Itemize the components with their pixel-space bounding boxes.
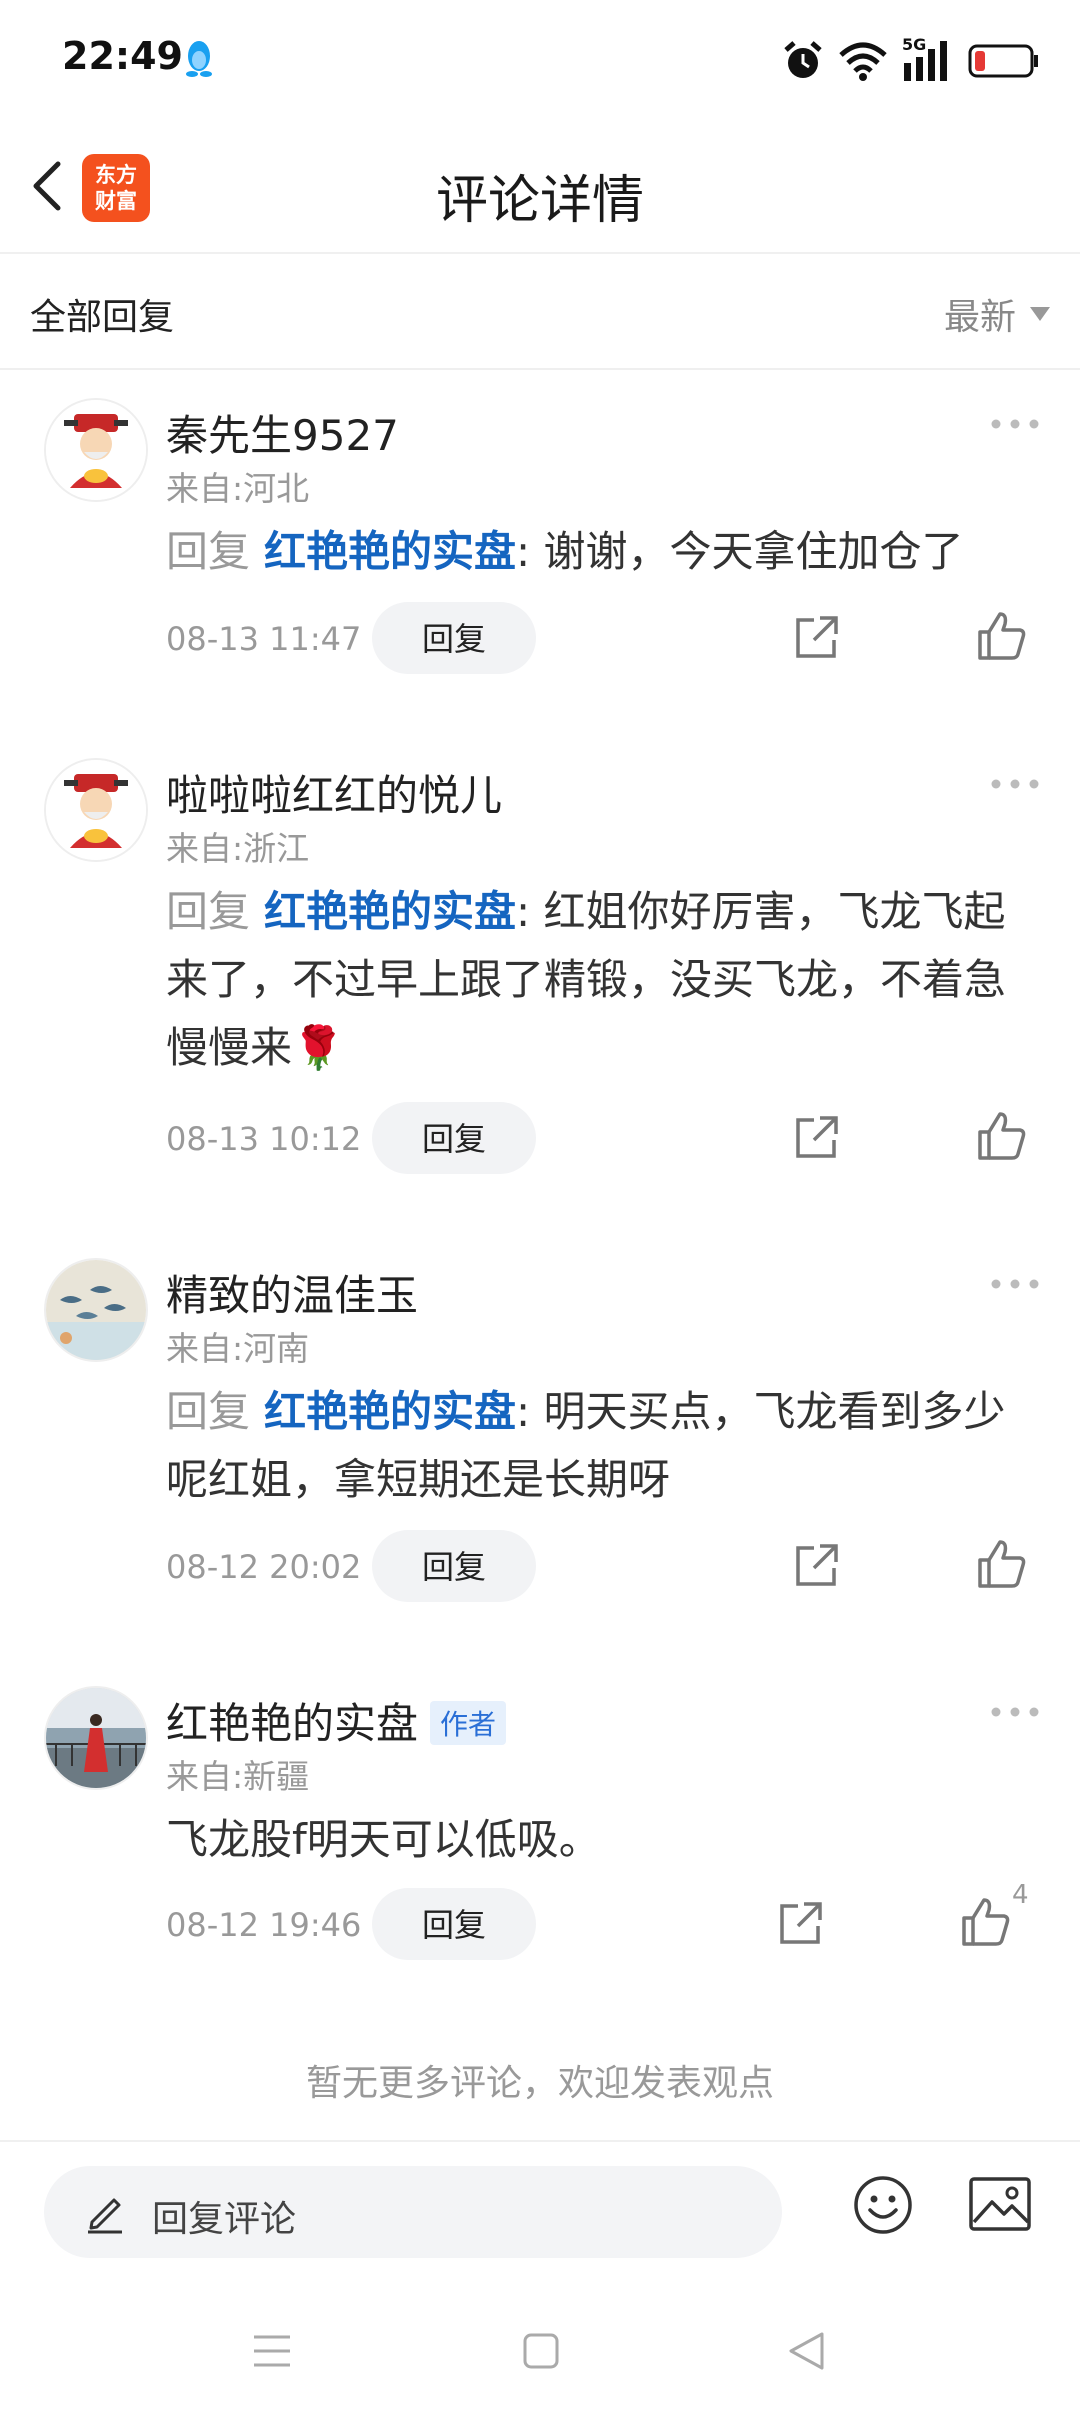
system-nav-bar xyxy=(0,2290,1080,2412)
author-name[interactable]: 红艳艳的实盘 xyxy=(166,1699,418,1748)
reply-button[interactable]: 回复 xyxy=(372,1888,536,1960)
like-thumb-icon[interactable] xyxy=(976,610,1028,662)
more-options-icon[interactable] xyxy=(990,776,1040,792)
no-more-comments-note: 暂无更多评论，欢迎发表观点 xyxy=(305,2063,774,2104)
comment-timestamp: 08-12 19:46 xyxy=(166,1906,362,1944)
reply-target-link[interactable]: 红艳艳的实盘 xyxy=(264,887,516,936)
commenter-name[interactable]: 精致的温佳玉 xyxy=(166,1262,418,1323)
sort-label: 最新 xyxy=(943,297,1016,338)
reply-prefix: 回复 xyxy=(166,527,251,576)
comment-text: 飞龙股f明天可以低吸。 xyxy=(166,1815,601,1864)
comment-body: 回复 红艳艳的实盘: 红姐你好厉害，飞龙飞起来了，不过早上跟了精锻，没买飞龙，不着… xyxy=(166,878,1026,1082)
share-icon[interactable] xyxy=(776,1898,826,1948)
comment-body: 飞龙股f明天可以低吸。 xyxy=(166,1806,1026,1874)
comment-text: : 谢谢，今天拿住加仓了 xyxy=(516,527,964,576)
commenter-location: 来自:河南 xyxy=(166,1329,310,1368)
comment-timestamp: 08-12 20:02 xyxy=(166,1548,362,1586)
more-options-icon[interactable] xyxy=(990,1276,1040,1292)
share-icon[interactable] xyxy=(792,1540,842,1590)
comment-item: 啦啦啦红红的悦儿 来自:浙江 回复 红艳艳的实盘: 红姐你好厉害，飞龙飞起来了，不… xyxy=(0,758,1080,1188)
comment-item: 精致的温佳玉 来自:河南 回复 红艳艳的实盘: 明天买点，飞龙看到多少呢红姐，拿短… xyxy=(0,1258,1080,1608)
fortune-god-avatar-icon xyxy=(46,760,146,860)
pencil-icon xyxy=(88,2198,122,2234)
like-thumb-icon[interactable] xyxy=(976,1538,1028,1590)
home-square-icon[interactable] xyxy=(522,2332,560,2370)
commenter-name[interactable]: 啦啦啦红红的悦儿 xyxy=(166,762,502,823)
commenter-name[interactable]: 秦先生9527 xyxy=(166,402,399,463)
filter-bar: 全部回复 最新 xyxy=(0,254,1080,370)
more-options-icon[interactable] xyxy=(990,1704,1040,1720)
commenter-location: 来自:河北 xyxy=(166,469,310,508)
comment-timestamp: 08-13 11:47 xyxy=(166,620,362,658)
wifi-icon xyxy=(839,42,887,81)
emoji-icon[interactable] xyxy=(852,2174,914,2236)
fish-painting-avatar-icon xyxy=(46,1260,146,1360)
comment-meta: 08-12 19:46 回复 4 xyxy=(166,1880,1029,1960)
app-header: 东方 财富 评论详情 xyxy=(0,120,1080,254)
status-time: 22:49 xyxy=(62,34,183,78)
avatar[interactable] xyxy=(44,1258,148,1362)
reply-button[interactable]: 回复 xyxy=(372,1102,536,1174)
fortune-god-avatar-icon xyxy=(46,400,146,500)
reply-prefix: 回复 xyxy=(166,887,251,936)
reply-button[interactable]: 回复 xyxy=(372,1530,536,1602)
comment-meta: 08-12 20:02 回复 xyxy=(166,1530,1026,1602)
status-bar: 22:49 5G xyxy=(0,0,1080,120)
battery-low-icon xyxy=(968,44,1038,78)
avatar[interactable] xyxy=(44,758,148,862)
comment-item: 红艳艳的实盘 作者 来自:新疆 飞龙股f明天可以低吸。 08-12 19:46 回… xyxy=(0,1686,1080,1966)
like-count: 4 xyxy=(1012,1880,1029,1910)
commenter-location: 来自:浙江 xyxy=(166,829,310,868)
cellular-signal-icon: 5G xyxy=(902,35,954,83)
comment-timestamp: 08-13 10:12 xyxy=(166,1120,362,1158)
reply-button[interactable]: 回复 xyxy=(372,602,536,674)
reply-comment-input[interactable]: 回复评论 xyxy=(44,2166,782,2258)
comment-body: 回复 红艳艳的实盘: 谢谢，今天拿住加仓了 xyxy=(166,518,1026,586)
comment-body: 回复 红艳艳的实盘: 明天买点，飞龙看到多少呢红姐，拿短期还是长期呀 xyxy=(166,1378,1026,1514)
author-badge: 作者 xyxy=(430,1700,507,1745)
status-icons: 5G xyxy=(782,35,1040,86)
page-title: 评论详情 xyxy=(435,171,644,231)
alarm-icon xyxy=(784,41,822,78)
comment-input-bar: 回复评论 xyxy=(0,2140,1080,2292)
like-thumb-icon[interactable] xyxy=(976,1110,1028,1162)
comment-meta: 08-13 11:47 回复 xyxy=(166,602,1026,674)
avatar[interactable] xyxy=(44,1686,148,1790)
avatar[interactable] xyxy=(44,398,148,502)
sort-dropdown[interactable]: 最新 xyxy=(944,288,1050,340)
woman-seaside-avatar-icon xyxy=(46,1688,146,1788)
qq-penguin-icon xyxy=(186,41,212,77)
image-icon[interactable] xyxy=(968,2176,1032,2232)
commenter-location: 来自:新疆 xyxy=(166,1757,310,1796)
all-replies-label: 全部回复 xyxy=(30,297,175,338)
reply-target-link[interactable]: 红艳艳的实盘 xyxy=(264,1387,516,1436)
share-icon[interactable] xyxy=(792,1112,842,1162)
nav-back-triangle-icon[interactable] xyxy=(786,2330,826,2372)
comment-item: 秦先生9527 来自:河北 回复 红艳艳的实盘: 谢谢，今天拿住加仓了 08-13… xyxy=(0,398,1080,688)
share-icon[interactable] xyxy=(792,612,842,662)
reply-target-link[interactable]: 红艳艳的实盘 xyxy=(264,527,516,576)
reply-input-placeholder: 回复评论 xyxy=(152,2199,297,2240)
more-options-icon[interactable] xyxy=(990,416,1040,432)
reply-prefix: 回复 xyxy=(166,1387,251,1436)
commenter-name: 红艳艳的实盘 作者 xyxy=(166,1690,507,1751)
like-thumb-icon[interactable] xyxy=(960,1896,1012,1948)
comment-meta: 08-13 10:12 回复 xyxy=(166,1102,1026,1174)
menu-icon[interactable] xyxy=(252,2332,292,2370)
caret-down-icon xyxy=(1030,307,1050,321)
